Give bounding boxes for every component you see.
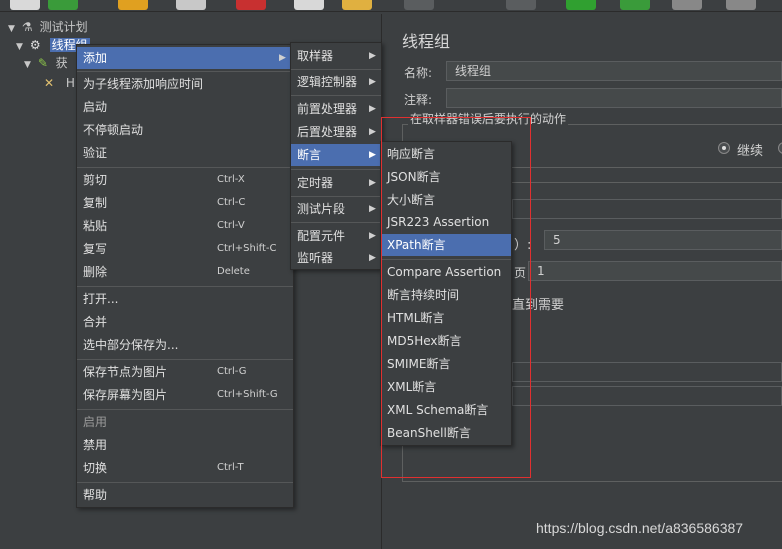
menu-item-paste[interactable]: 粘贴 Ctrl-V: [77, 215, 293, 237]
arrow-right-icon: ▶: [369, 150, 376, 160]
menu-item-validate[interactable]: 验证: [77, 142, 293, 164]
submenu-item-sampler[interactable]: 取样器 ▶: [291, 45, 381, 67]
start-icon[interactable]: [566, 0, 596, 10]
cut-icon[interactable]: [236, 0, 266, 10]
arrow-right-icon: ▶: [369, 231, 376, 241]
menu-item-duplicate[interactable]: 复写 Ctrl+Shift-C: [77, 238, 293, 260]
paste-icon[interactable]: [342, 0, 372, 10]
chevron-down-icon[interactable]: ▼: [24, 56, 34, 74]
submenu-item-timer[interactable]: 定时器 ▶: [291, 172, 381, 194]
add-submenu: 取样器 ▶ 逻辑控制器 ▶ 前置处理器 ▶ 后置处理器 ▶ 断言 ▶ 定时器 ▶ 测试片段 ▶…: [290, 42, 382, 270]
menu-item-cut[interactable]: 剪切 Ctrl-X: [77, 169, 293, 191]
open-icon[interactable]: [118, 0, 148, 10]
watermark: https://blog.csdn.net/a836586387: [536, 520, 744, 536]
arrow-right-icon: ▶: [369, 127, 376, 137]
start-no-pause-icon[interactable]: [620, 0, 650, 10]
submenu-item-listener[interactable]: 监听器 ▶: [291, 247, 381, 269]
menu-item-add[interactable]: 添加 ▶: [77, 47, 293, 69]
templates-icon[interactable]: [48, 0, 78, 10]
menu-item-enable: 启用: [83, 415, 108, 429]
menu-item-toggle[interactable]: 切换 Ctrl-T: [77, 457, 293, 479]
toolbar: [0, 0, 782, 12]
save-icon[interactable]: [176, 0, 206, 10]
name-label: 名称:: [404, 66, 433, 80]
arrow-right-icon: ▶: [369, 104, 376, 114]
menu-item-copy[interactable]: 复制 Ctrl-C: [77, 192, 293, 214]
new-icon[interactable]: [10, 0, 40, 10]
collapse-icon[interactable]: [506, 0, 536, 10]
submenu-item-pre-processor[interactable]: 前置处理器 ▶: [291, 98, 381, 120]
comment-field[interactable]: [446, 88, 782, 108]
tree-item-sampler[interactable]: ▼ ✎ 获: [24, 54, 68, 72]
ramp-field[interactable]: 1: [528, 261, 782, 281]
panel-title: 线程组: [402, 32, 451, 51]
name-field[interactable]: 线程组: [446, 61, 782, 81]
threads-field[interactable]: 5: [544, 230, 782, 250]
gear-icon: ⚙: [29, 38, 41, 52]
menu-item-add-response-time[interactable]: 为子线程添加响应时间: [77, 73, 293, 95]
continue-radio[interactable]: [718, 142, 730, 154]
arrow-right-icon: ▶: [369, 51, 376, 61]
shutdown-icon[interactable]: [726, 0, 756, 10]
context-menu: 添加 ▶ 为子线程添加响应时间 启动 不停顿启动 验证 剪切 Ctrl-X 复制 C…: [76, 44, 294, 508]
menu-item-save-selection[interactable]: 选中部分保存为...: [77, 334, 293, 356]
comment-label: 注释:: [404, 93, 433, 107]
menu-item-disable[interactable]: 禁用: [77, 434, 293, 456]
menu-item-start-no-pause[interactable]: 不停顿启动: [77, 119, 293, 141]
menu-item-save-screen-image[interactable]: 保存屏幕为图片 Ctrl+Shift-G: [77, 384, 293, 406]
menu-item-help[interactable]: 帮助: [77, 484, 293, 506]
submenu-item-post-processor[interactable]: 后置处理器 ▶: [291, 121, 381, 143]
copy-icon[interactable]: [294, 0, 324, 10]
arrow-right-icon: ▶: [279, 53, 286, 63]
highlight-box: [381, 117, 531, 478]
menu-item-merge[interactable]: 合并: [77, 311, 293, 333]
pipette-icon: ✎: [37, 56, 48, 70]
tree-item-child[interactable]: ✕ H: [44, 74, 75, 92]
delay-field[interactable]: [512, 386, 782, 406]
menu-item-open[interactable]: 打开...: [77, 288, 293, 310]
arrow-right-icon: ▶: [369, 253, 376, 263]
submenu-item-test-fragment[interactable]: 测试片段 ▶: [291, 198, 381, 220]
menu-item-save-node-image[interactable]: 保存节点为图片 Ctrl-G: [77, 361, 293, 383]
submenu-item-logic-controller[interactable]: 逻辑控制器 ▶: [291, 71, 381, 93]
arrow-right-icon: ▶: [369, 178, 376, 188]
menu-item-delete[interactable]: 删除 Delete: [77, 261, 293, 283]
expand-icon[interactable]: [404, 0, 434, 10]
arrow-right-icon: ▶: [369, 204, 376, 214]
flask-icon: ⚗: [21, 20, 33, 34]
menu-item-start[interactable]: 启动: [77, 96, 293, 118]
stop-icon[interactable]: [672, 0, 702, 10]
thread-properties-row: [512, 199, 782, 219]
submenu-item-assertion[interactable]: 断言 ▶: [291, 144, 381, 166]
continue-label: 继续: [737, 144, 764, 159]
tree-item-test-plan[interactable]: ▼ ⚗ 测试计划: [8, 18, 88, 36]
duration-field[interactable]: [512, 362, 782, 382]
tools-icon: ✕: [44, 76, 55, 90]
submenu-item-config-element[interactable]: 配置元件 ▶: [291, 225, 381, 247]
arrow-right-icon: ▶: [369, 77, 376, 87]
